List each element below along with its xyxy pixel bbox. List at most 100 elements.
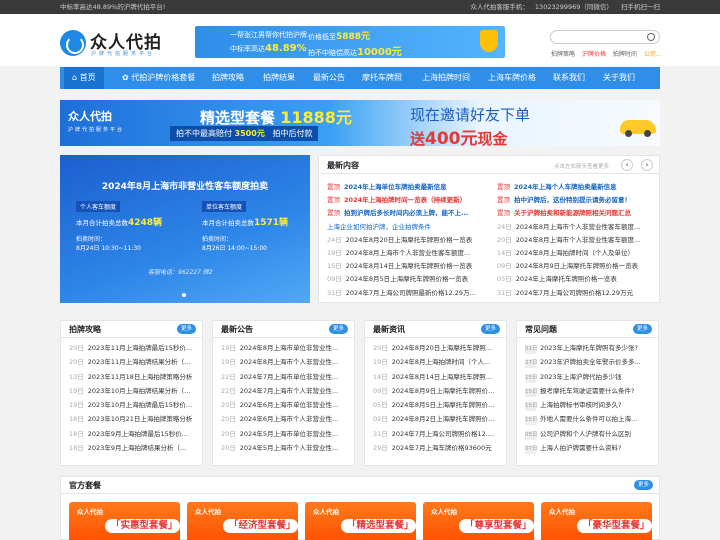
- list-item[interactable]: 05日 2024年8月5日上海摩托车牌照价...: [373, 398, 506, 412]
- nav-home[interactable]: ⌂ 首页: [64, 67, 104, 89]
- item-link[interactable]: 2023年11月上海拍牌结果分析（...: [88, 358, 191, 366]
- item-link[interactable]: 2023年上海摩托车牌照有多少张?: [540, 344, 638, 352]
- news-link[interactable]: 2024年8月20日上海摩托车牌照价格一览表: [346, 236, 472, 244]
- news-link[interactable]: 2024年7月上海公司牌照最新价格12.29万...: [346, 289, 476, 297]
- news-link[interactable]: 2024年8月上海拍牌时间（个人及单位）: [516, 249, 634, 257]
- list-item[interactable]: 18日 2023年10月21日上海拍牌策略分析: [69, 412, 202, 426]
- header-banner[interactable]: 一帮张江男帮你代拍沪牌 价格低至5888元 中标率高达48.89% 拍不中赔偿高…: [195, 26, 505, 58]
- item-link[interactable]: 公司沪牌和个人沪牌有什么区别: [540, 430, 631, 438]
- news-item[interactable]: 置顶 2024年上海拍牌时间一览表（持续更新）: [327, 194, 492, 207]
- item-link[interactable]: 2024年8月2日上海摩托车牌照价...: [392, 415, 495, 423]
- news-item[interactable]: 14日 2024年8月上海拍牌时间（个人及单位）: [497, 247, 657, 260]
- list-item[interactable]: 19日 2024年8月上海拍牌时间（个人...: [373, 355, 506, 369]
- search-input[interactable]: [550, 30, 660, 44]
- news-item[interactable]: 24日 2024年8月20日上海摩托车牌照价格一览表: [327, 234, 492, 247]
- list-item[interactable]: 13日 2023年11月18日上海拍牌策略分析: [69, 370, 202, 384]
- news-item[interactable]: 15日 2024年8月14日上海摩托车牌照价格一览表: [327, 260, 492, 273]
- news-item[interactable]: 置顶 拍中沪牌后，这份特别提示请务必留意！: [497, 194, 657, 207]
- news-link[interactable]: 2024年8月上海市个人非营业性客车额度...: [516, 223, 640, 231]
- news-link[interactable]: 关于沪牌拍卖和新能源牌照相关问题汇总: [514, 209, 631, 217]
- news-item[interactable]: 05日 2024年上海摩托车牌照价格一览表: [497, 273, 657, 286]
- item-link[interactable]: 2023年9月上海拍牌结果分析（...: [88, 444, 186, 452]
- auction-slide[interactable]: 2024年8月上海市非营业性客车额度拍卖 个人客车额度 本月合计拍卖总数4248…: [60, 155, 310, 303]
- news-link[interactable]: 上海企业如何拍沪牌，企业拍牌条件: [327, 223, 431, 231]
- news-link[interactable]: 2024年8月上海市个人非营业性客车额度...: [346, 249, 470, 257]
- phone-number[interactable]: 13023299969（同微信）: [535, 3, 613, 11]
- nav-contact[interactable]: 联系我们: [553, 67, 585, 89]
- nav-auction-time[interactable]: 上海拍牌时间: [422, 67, 470, 89]
- list-item[interactable]: 29日 2024年7月上海车牌价格93600元: [373, 441, 506, 455]
- item-link[interactable]: 2024年8月20日上海摩托车牌照...: [392, 344, 492, 352]
- scan-link[interactable]: 扫手机扫一扫: [621, 3, 660, 11]
- news-link[interactable]: 拍中沪牌后，这份特别提示请务必留意！: [514, 196, 631, 204]
- list-item[interactable]: 19日 2023年10月上海拍牌结果分析（...: [69, 384, 202, 398]
- news-item[interactable]: 24日 2024年8月上海市个人非营业性客车额度...: [497, 221, 657, 234]
- packages-more-button[interactable]: 更多: [633, 480, 653, 490]
- news-link[interactable]: 2024年上海拍牌时间一览表（持续更新）: [344, 196, 466, 204]
- quick-link[interactable]: 沪牌价格: [582, 51, 606, 58]
- item-link[interactable]: 2023年10月上海拍牌最后15秒价...: [88, 401, 192, 409]
- nav-results[interactable]: 拍牌结果: [263, 67, 295, 89]
- news-link[interactable]: 2024年8月9日上海摩托车牌照价格一览表: [516, 262, 638, 270]
- news-link[interactable]: 2024年8月上海市个人非营业性客车额度...: [516, 236, 640, 244]
- quick-link[interactable]: 公司...: [644, 51, 662, 58]
- list-item[interactable]: 14日 2024年8月14日上海摩托车牌照...: [373, 370, 506, 384]
- item-link[interactable]: 报考摩托车驾驶证需要什么条件?: [540, 387, 634, 395]
- next-arrow-icon[interactable]: ›: [641, 159, 653, 171]
- site-logo[interactable]: 众人代拍 沪牌代拍服务平台: [60, 28, 190, 62]
- list-item[interactable]: 31日 2024年7月上海公司牌照价格12....: [373, 427, 506, 441]
- list-item[interactable]: 22日 2024年7月上海市单位非营业性...: [221, 370, 354, 384]
- item-link[interactable]: 上海人拍沪牌需要什么资料?: [540, 444, 621, 452]
- news-item[interactable]: 31日 2024年7月上海公司牌照价格12.29万元: [497, 287, 657, 300]
- news-item[interactable]: 09日 2024年8月9日上海摩托车牌照价格一览表: [497, 260, 657, 273]
- list-item[interactable]: 05日 公司沪牌和个人沪牌有什么区别: [525, 427, 658, 441]
- news-item[interactable]: 置顶 关于沪牌拍卖和新能源牌照相关问题汇总: [497, 207, 657, 220]
- list-item[interactable]: 22日 2024年7月上海市个人非营业性...: [221, 384, 354, 398]
- news-item[interactable]: 31日 2024年7月上海公司牌照最新价格12.29万...: [327, 287, 492, 300]
- nav-notices[interactable]: 最新公告: [313, 67, 345, 89]
- news-link[interactable]: 2024年8月14日上海摩托车牌照价格一览表: [346, 262, 472, 270]
- nav-motorcycle[interactable]: 摩托车牌照: [362, 67, 402, 89]
- news-item[interactable]: 20日 2024年8月上海市个人非营业性客车额度...: [497, 234, 657, 247]
- more-button[interactable]: 更多: [176, 324, 196, 334]
- quick-link[interactable]: 拍牌时间: [613, 51, 637, 58]
- item-link[interactable]: 2023年10月上海拍牌结果分析（...: [88, 387, 191, 395]
- item-link[interactable]: 2023年11月18日上海拍牌策略分析: [88, 373, 193, 381]
- news-link[interactable]: 2024年8月5日上海摩托车牌照价格一览表: [346, 275, 468, 283]
- more-button[interactable]: 更多: [632, 324, 652, 334]
- item-link[interactable]: 2024年8月5日上海摩托车牌照价...: [392, 401, 495, 409]
- list-item[interactable]: 15日 外地人需要什么条件可以拍上海...: [525, 412, 658, 426]
- news-item[interactable]: 09日 2024年8月5日上海摩托车牌照价格一览表: [327, 273, 492, 286]
- item-link[interactable]: 2024年8月14日上海摩托车牌照...: [392, 373, 492, 381]
- news-link[interactable]: 2024年上海单位车牌拍卖最新信息: [344, 183, 447, 191]
- news-link[interactable]: 拍到沪牌后多长时间内必须上牌，能不上...: [344, 209, 468, 217]
- news-item[interactable]: 置顶 拍到沪牌后多长时间内必须上牌，能不上...: [327, 207, 492, 220]
- news-item[interactable]: 置顶 2024年上海单位车牌拍卖最新信息: [327, 181, 492, 194]
- nav-about[interactable]: 关于我们: [603, 67, 635, 89]
- list-item[interactable]: 20日 2024年6月上海市个人非营业性...: [221, 412, 354, 426]
- nav-price-packages[interactable]: ✿ 代拍沪牌价格套餐: [122, 67, 195, 89]
- item-link[interactable]: 上海拍牌标书审核时间多久?: [540, 401, 621, 409]
- list-item[interactable]: 19日 2024年8月上海市个人非营业性...: [221, 355, 354, 369]
- list-item[interactable]: 15日 报考摩托车驾驶证需要什么条件?: [525, 384, 658, 398]
- item-link[interactable]: 2024年8月9日上海摩托车牌照价...: [392, 387, 495, 395]
- more-button[interactable]: 更多: [328, 324, 348, 334]
- list-item[interactable]: 20日 2024年6月上海市单位非营业性...: [221, 398, 354, 412]
- item-link[interactable]: 2023年上海沪牌代拍多少钱: [540, 373, 622, 381]
- item-link[interactable]: 2024年6月上海市单位非营业性...: [240, 401, 338, 409]
- news-item[interactable]: 上海企业如何拍沪牌，企业拍牌条件: [327, 221, 492, 234]
- item-link[interactable]: 2024年7月上海公司牌照价格12....: [392, 430, 494, 438]
- item-link[interactable]: 2024年5月上海市个人非营业性...: [240, 444, 338, 452]
- item-link[interactable]: 2023年10月21日上海拍牌策略分析: [88, 415, 193, 423]
- item-link[interactable]: 2024年8月上海拍牌时间（个人...: [392, 358, 490, 366]
- news-item[interactable]: 19日 2024年8月上海市个人非营业性客车额度...: [327, 247, 492, 260]
- item-link[interactable]: 2023年9月上海拍牌最后15秒价...: [88, 430, 188, 438]
- package-card[interactable]: 众人代拍 「精选型套餐」: [305, 502, 416, 540]
- list-item[interactable]: 01日 2023年上海摩托车牌照有多少张?: [525, 341, 658, 355]
- news-link[interactable]: 2024年上海个人车牌拍卖最新信息: [514, 183, 617, 191]
- list-item[interactable]: 27日 2023年沪牌拍卖全年警示价多多...: [525, 355, 658, 369]
- list-item[interactable]: 19日 2023年10月上海拍牌最后15秒价...: [69, 398, 202, 412]
- nav-strategy[interactable]: 拍牌攻略: [212, 67, 244, 89]
- list-item[interactable]: 20日 2024年8月20日上海摩托车牌照...: [373, 341, 506, 355]
- prev-arrow-icon[interactable]: ‹: [621, 159, 633, 171]
